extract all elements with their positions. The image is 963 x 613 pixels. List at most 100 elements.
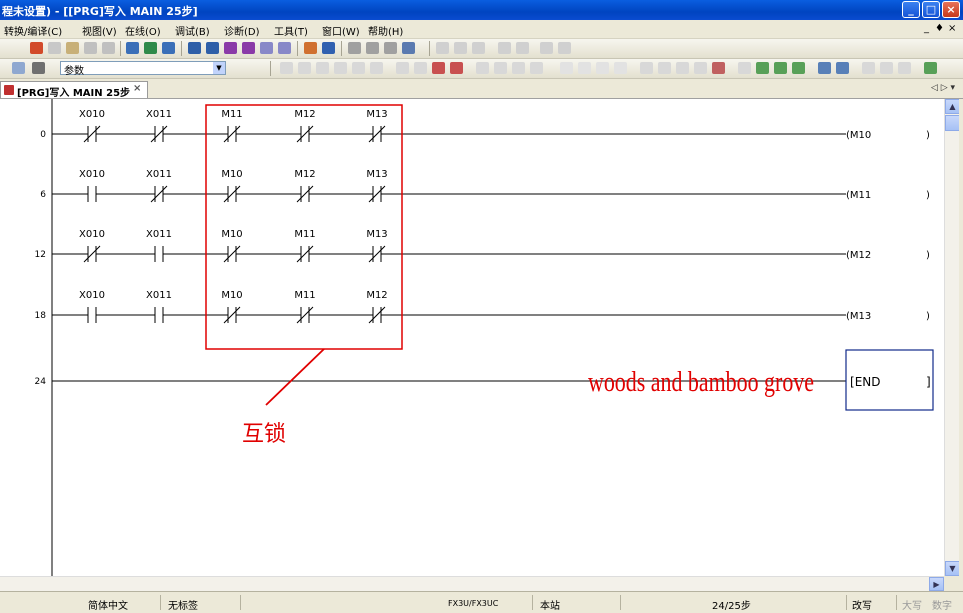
contact-m12[interactable]: M12 bbox=[366, 290, 388, 324]
contact-m12[interactable]: M12 bbox=[294, 169, 316, 203]
menu-diagnose[interactable]: 诊断(D) bbox=[224, 23, 260, 38]
rising-edge-icon[interactable] bbox=[476, 62, 489, 74]
operation-result-icon[interactable] bbox=[640, 62, 653, 74]
minimize-button[interactable]: _ bbox=[902, 1, 920, 18]
display-statement-icon[interactable] bbox=[792, 62, 805, 74]
menu-debug[interactable]: 调试(B) bbox=[175, 23, 210, 38]
project-element-select[interactable]: 参数 ▼ bbox=[60, 61, 226, 77]
monitor-stop-icon[interactable] bbox=[206, 42, 219, 54]
pulse-contact-icon[interactable] bbox=[560, 62, 573, 74]
coil-icon[interactable] bbox=[352, 62, 365, 74]
help-icon[interactable] bbox=[12, 62, 25, 74]
coil-output[interactable]: (M10 bbox=[846, 130, 871, 141]
note-icon[interactable] bbox=[540, 42, 553, 54]
contact-x010[interactable]: X010 bbox=[79, 169, 105, 202]
inline-comment-icon[interactable] bbox=[756, 62, 769, 74]
mdi-restore-button[interactable]: ♦ bbox=[935, 23, 944, 34]
read-plc-icon[interactable] bbox=[126, 42, 139, 54]
extra-tool-icon[interactable] bbox=[924, 62, 937, 74]
display-alias-icon[interactable] bbox=[836, 62, 849, 74]
tab-main-program[interactable]: [PRG]写入 MAIN 25步 × bbox=[0, 81, 148, 99]
line-mode-icon[interactable] bbox=[738, 62, 751, 74]
chevron-down-icon[interactable]: ▼ bbox=[213, 62, 225, 74]
pulse-contact-4-icon[interactable] bbox=[614, 62, 627, 74]
scroll-up-icon[interactable]: ▲ bbox=[945, 99, 960, 114]
zoom-display-icon[interactable] bbox=[862, 62, 875, 74]
undo-icon[interactable] bbox=[84, 42, 97, 54]
contact-m10[interactable]: M10 bbox=[221, 290, 243, 324]
contact-x011[interactable]: X011 bbox=[146, 169, 172, 203]
nc-contact-icon[interactable] bbox=[316, 62, 329, 74]
ladder-diagram[interactable]: 0 X010 X011 M11 M12 M13 (M10) 6 X010 X011 M10 M12 M1… bbox=[0, 99, 944, 576]
menu-window[interactable]: 窗口(W) bbox=[322, 23, 360, 38]
horizontal-scrollbar[interactable]: ▶ bbox=[0, 576, 944, 591]
find-icon[interactable] bbox=[348, 42, 361, 54]
pulse-contact-3-icon[interactable] bbox=[596, 62, 609, 74]
statement-icon[interactable] bbox=[516, 42, 529, 54]
vertical-line-icon[interactable] bbox=[414, 62, 427, 74]
cursor-icon[interactable] bbox=[32, 62, 45, 74]
display-comment-icon[interactable] bbox=[774, 62, 787, 74]
invert-icon[interactable] bbox=[658, 62, 671, 74]
zoom-out-icon[interactable] bbox=[454, 42, 467, 54]
delete-vertical-icon[interactable] bbox=[450, 62, 463, 74]
contact-x010[interactable]: X010 bbox=[79, 109, 105, 143]
fill-icon[interactable] bbox=[712, 62, 725, 74]
coil-output[interactable]: (M11 bbox=[846, 190, 871, 201]
convert-falling-icon[interactable] bbox=[694, 62, 707, 74]
convert-rising-icon[interactable] bbox=[676, 62, 689, 74]
application-instruction-icon[interactable] bbox=[370, 62, 383, 74]
contact-m11[interactable]: M11 bbox=[294, 290, 316, 324]
ladder-rung[interactable]: 6 X010 X011 M10 M12 M13 (M11) bbox=[40, 169, 930, 203]
contact-m10[interactable]: M10 bbox=[221, 169, 243, 203]
menu-convert[interactable]: 转换/编译(C) bbox=[4, 23, 62, 38]
copy-icon[interactable] bbox=[48, 42, 61, 54]
display-note-icon[interactable] bbox=[818, 62, 831, 74]
comment-display-icon[interactable] bbox=[898, 62, 911, 74]
menu-tools[interactable]: 工具(T) bbox=[274, 23, 308, 38]
replace-icon[interactable] bbox=[366, 42, 379, 54]
monitor-start-icon[interactable] bbox=[188, 42, 201, 54]
contact-m10[interactable]: M10 bbox=[221, 229, 243, 263]
contact-x011[interactable]: X011 bbox=[146, 290, 172, 323]
delete-line-icon[interactable] bbox=[432, 62, 445, 74]
parallel-nc-contact-icon[interactable] bbox=[334, 62, 347, 74]
maximize-button[interactable]: □ bbox=[922, 1, 940, 18]
horizontal-line-icon[interactable] bbox=[396, 62, 409, 74]
device-list-icon[interactable] bbox=[402, 42, 415, 54]
redo-icon[interactable] bbox=[102, 42, 115, 54]
convert-icon[interactable] bbox=[304, 42, 317, 54]
parallel-rising-edge-icon[interactable] bbox=[512, 62, 525, 74]
zoom-fit-icon[interactable] bbox=[472, 42, 485, 54]
zoom-in-icon[interactable] bbox=[436, 42, 449, 54]
contact-m11[interactable]: M11 bbox=[294, 229, 316, 263]
close-button[interactable]: × bbox=[942, 1, 960, 18]
vertical-scrollbar[interactable]: ▲ ▼ bbox=[944, 99, 960, 576]
contact-m13[interactable]: M13 bbox=[366, 169, 388, 203]
entry-monitor-icon[interactable] bbox=[278, 42, 291, 54]
convert-all-icon[interactable] bbox=[322, 42, 335, 54]
contact-x011[interactable]: X011 bbox=[146, 229, 172, 262]
device-monitor-icon[interactable] bbox=[224, 42, 237, 54]
contact-m13[interactable]: M13 bbox=[366, 229, 388, 263]
buffer-monitor-icon[interactable] bbox=[242, 42, 255, 54]
tab-navigation[interactable]: ◁ ▷ ▾ bbox=[931, 83, 955, 93]
coil-output[interactable]: (M13 bbox=[846, 311, 871, 322]
contact-x010[interactable]: X010 bbox=[79, 229, 105, 263]
contact-x011[interactable]: X011 bbox=[146, 109, 172, 143]
batch-monitor-icon[interactable] bbox=[260, 42, 273, 54]
ladder-rung[interactable]: 12 X010 X011 M10 M11 M13 (M12) bbox=[35, 229, 930, 263]
parallel-no-contact-icon[interactable] bbox=[298, 62, 311, 74]
comment-icon[interactable] bbox=[498, 42, 511, 54]
scroll-right-icon[interactable]: ▶ bbox=[929, 577, 944, 591]
mdi-minimize-button[interactable]: _ bbox=[924, 23, 929, 34]
end-instruction[interactable]: [END bbox=[850, 375, 881, 389]
ladder-rung[interactable]: 0 X010 X011 M11 M12 M13 (M10) bbox=[40, 109, 930, 143]
parallel-falling-edge-icon[interactable] bbox=[530, 62, 543, 74]
contact-m12[interactable]: M12 bbox=[294, 109, 316, 143]
tab-close-button[interactable]: × bbox=[133, 83, 141, 94]
cut-icon[interactable] bbox=[30, 42, 43, 54]
falling-edge-icon[interactable] bbox=[494, 62, 507, 74]
mdi-close-button[interactable]: × bbox=[948, 23, 956, 34]
no-contact-icon[interactable] bbox=[280, 62, 293, 74]
